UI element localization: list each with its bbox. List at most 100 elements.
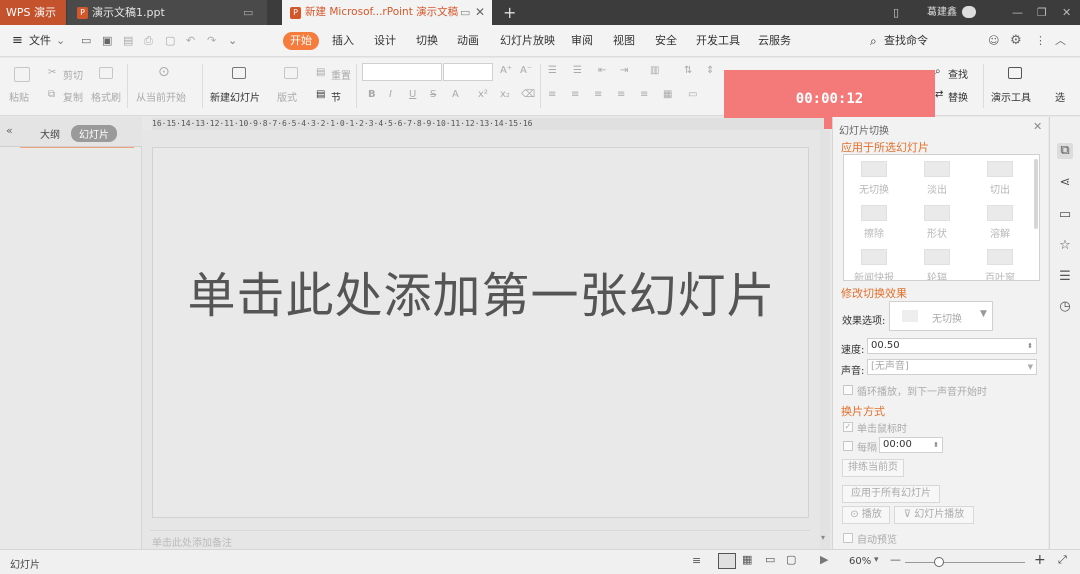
bold-icon[interactable]: B [368,89,376,100]
decrease-indent-icon[interactable]: ⇤ [598,65,606,76]
copy-button[interactable]: 复制 [63,89,83,104]
star-icon[interactable]: ☆ [1057,238,1073,254]
find-button[interactable]: 查找 [948,66,968,81]
transition-pane-icon[interactable]: ⧉ [1057,143,1073,159]
restore-icon[interactable]: ❐ [1037,0,1047,25]
tab-cloud[interactable]: 云服务 [758,25,791,57]
align-text-icon[interactable]: ▦ [663,89,672,100]
cut-button[interactable]: 剪切 [63,67,83,82]
subscript-icon[interactable]: x₂ [500,89,510,100]
tablet-icon[interactable]: ▯ [893,0,899,25]
document-tab-1[interactable]: P 演示文稿1.ppt ▭ [67,0,267,25]
undo-icon[interactable]: ↶ [186,25,195,57]
transition-blinds[interactable]: 百叶窗 [974,249,1026,280]
strikethrough-icon[interactable]: S [430,89,436,100]
feedback-icon[interactable]: ☺ [988,25,999,57]
hamburger-icon[interactable]: ≡ [12,25,23,57]
zoom-out-icon[interactable]: — [890,553,901,566]
superscript-icon[interactable]: x² [478,89,488,100]
command-search[interactable]: 查找命令 [884,25,928,57]
text-direction-icon[interactable]: ⇅ [684,65,692,76]
tab-home[interactable]: 开始 [283,32,319,50]
new-slide-button[interactable]: 新建幻灯片 [210,89,260,104]
notes-input[interactable]: 单击此处添加备注 [150,530,810,549]
print-icon[interactable]: ⎙ [144,25,153,57]
notes-toggle-icon[interactable]: ≡ [692,554,701,567]
tab-view[interactable]: 视图 [613,25,635,57]
archive-icon[interactable]: ▭ [1057,207,1073,223]
speed-input[interactable]: 00.50 ⬍ [867,338,1037,354]
slideshow-button[interactable]: ⊽ 幻灯片播放 [894,506,974,524]
tab-outline[interactable]: 大纲 [40,126,60,141]
transition-wheel[interactable]: 轮辐 [911,249,963,280]
transition-dissolve[interactable]: 溶解 [974,205,1026,240]
effect-options-select[interactable]: 无切换 ▼ [889,301,993,331]
close-tab-icon[interactable]: ✕ [475,0,485,25]
share-icon[interactable]: ⋖ [1057,175,1073,191]
app-tab[interactable]: WPS 演示 [0,0,66,25]
numbering-icon[interactable]: ☰ [573,65,582,76]
user-name[interactable]: 葛建鑫 [927,0,957,25]
play-button[interactable]: ⊙ 播放 [842,506,890,524]
columns-icon[interactable]: ▥ [650,65,659,76]
on-click-checkbox[interactable]: ✓ [843,422,853,432]
transition-wipe[interactable]: 擦除 [848,205,900,240]
tab-slideshow[interactable]: 幻灯片放映 [500,25,555,57]
tab-review[interactable]: 审阅 [571,25,593,57]
format-painter-icon[interactable] [99,67,113,79]
preview-icon[interactable]: ▢ [165,25,175,57]
transition-cut[interactable]: 切出 [974,161,1026,196]
minimize-icon[interactable]: — [1012,0,1023,25]
font-grow-icon[interactable]: A⁺ [500,65,512,76]
rehearse-button[interactable]: 排练当前页 [842,459,904,477]
underline-icon[interactable]: U [409,89,416,100]
stepper-icon[interactable]: ⬍ [933,438,939,452]
close-icon[interactable]: ✕ [1033,120,1042,133]
tab-design[interactable]: 设计 [374,25,396,57]
zoom-slider-handle[interactable] [934,557,944,567]
reset-button[interactable]: 重置 [331,67,351,82]
loop-checkbox[interactable] [843,385,853,395]
tab-developer[interactable]: 开发工具 [696,25,740,57]
auto-preview-checkbox[interactable] [843,533,853,543]
export-icon[interactable]: ▤ [123,25,133,57]
new-tab-button[interactable]: + [503,0,516,25]
font-shrink-icon[interactable]: A⁻ [520,65,532,76]
collapse-ribbon-icon[interactable]: ︿ [1055,25,1066,57]
redo-icon[interactable]: ↷ [207,25,216,57]
clear-format-icon[interactable]: ⌫ [521,89,535,100]
more-icon[interactable]: ⋮ [1035,25,1046,57]
layout-icon[interactable] [284,67,298,79]
paste-button[interactable]: 粘贴 [9,89,29,104]
sorter-view-icon[interactable]: ▦ [742,553,752,566]
reset-icon[interactable]: ▤ [316,67,325,78]
file-menu[interactable]: 文件 [29,25,51,57]
format-painter-button[interactable]: 格式刷 [91,89,121,104]
increase-indent-icon[interactable]: ⇥ [620,65,628,76]
justify-icon[interactable]: ≡ [617,89,625,100]
align-right-icon[interactable]: ≡ [594,89,602,100]
presentation-tools-icon[interactable] [1008,67,1022,79]
tab-insert[interactable]: 插入 [332,25,354,57]
gear-icon[interactable]: ⚙ [1010,25,1022,57]
presenter-view-icon[interactable]: ▢ [786,553,796,566]
paste-icon[interactable] [14,67,30,82]
tab-transition[interactable]: 切换 [416,25,438,57]
gallery-scrollbar[interactable] [1034,159,1038,229]
cut-icon[interactable]: ✂ [48,67,56,78]
font-size-select[interactable] [443,63,493,81]
find-icon[interactable]: ⌕ [935,66,941,77]
sound-select[interactable]: [无声音] ▼ [867,359,1037,375]
tab-slides[interactable]: 幻灯片 [71,125,117,142]
section-icon[interactable]: ▤ [316,89,325,100]
open-icon[interactable]: ▭ [81,25,91,57]
transition-fade[interactable]: 淡出 [911,161,963,196]
slide[interactable]: 单击此处添加第一张幻灯片 [152,147,809,518]
horizontal-ruler[interactable]: 16·15·14·13·12·11·10·9·8·7·6·5·4·3·2·1·0… [152,118,824,130]
align-center-icon[interactable]: ≡ [571,89,579,100]
slide-title-placeholder[interactable]: 单击此处添加第一张幻灯片 [153,256,810,326]
line-spacing-icon[interactable]: ⇕ [706,65,714,76]
italic-icon[interactable]: I [389,89,392,100]
chevron-down-icon[interactable]: ⌄ [56,25,65,57]
transition-newsflash[interactable]: 新闻快报 [848,249,900,280]
